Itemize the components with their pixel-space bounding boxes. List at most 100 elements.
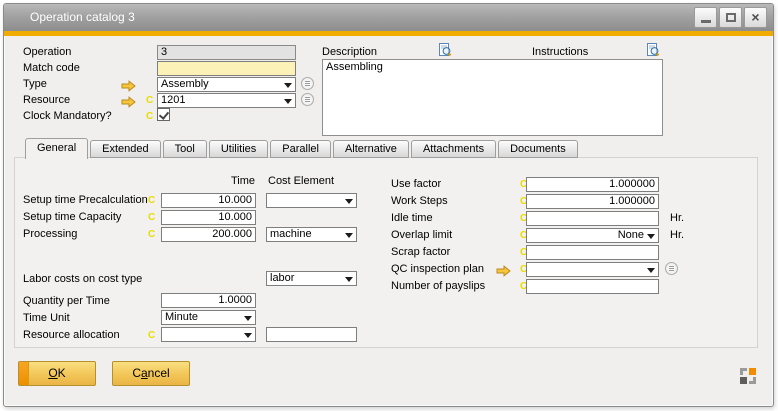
cancel-button[interactable]: Cancel (112, 361, 190, 386)
type-combo[interactable]: Assembly (157, 77, 296, 92)
use-factor-field[interactable]: 1.000000 (526, 177, 659, 192)
link-arrow-icon[interactable] (121, 79, 137, 91)
resize-form-icon[interactable] (740, 368, 756, 384)
instructions-label: Instructions (532, 46, 588, 58)
description-label: Description (322, 46, 377, 58)
chevron-down-icon (284, 83, 292, 88)
description-edit-icon[interactable] (437, 42, 453, 58)
resource-allocation-label: Resource allocation (23, 329, 120, 341)
setup-precalc-time-field[interactable]: 10.000 (161, 193, 256, 208)
tab-general[interactable]: General (25, 138, 88, 159)
match-code-field[interactable] (157, 61, 296, 76)
time-unit-label: Time Unit (23, 312, 70, 324)
cancel-button-rest: ncel (148, 366, 170, 380)
processing-cost-element-value: machine (270, 228, 312, 240)
link-arrow-icon[interactable] (496, 264, 512, 276)
resize-square-gray (740, 377, 747, 384)
tab-strip: General Extended Tool Utilities Parallel… (25, 138, 580, 159)
resource-combo[interactable]: 1201 (157, 93, 296, 108)
ok-button-accel: O (48, 366, 57, 380)
screen: Operation catalog 3 × Operation 3 Match … (0, 0, 778, 411)
work-steps-field[interactable]: 1.000000 (526, 194, 659, 209)
clock-mandatory-label: Clock Mandatory? (23, 110, 112, 122)
tab-tool[interactable]: Tool (163, 140, 207, 158)
qc-plan-choose-from-list-icon[interactable] (665, 262, 678, 275)
number-of-payslips-label: Number of payslips (391, 280, 485, 292)
chevron-down-icon (647, 268, 655, 273)
processing-label: Processing (23, 228, 77, 240)
chevron-down-icon (244, 316, 252, 321)
number-of-payslips-field[interactable] (526, 279, 659, 294)
qc-inspection-plan-label: QC inspection plan (391, 263, 484, 275)
resource-allocation-combo[interactable] (161, 327, 256, 342)
mandatory-indicator: C (146, 111, 154, 122)
labor-costs-value: labor (270, 272, 294, 284)
ok-button[interactable]: OK (18, 361, 96, 386)
idle-time-field[interactable] (526, 211, 659, 226)
close-button[interactable]: × (744, 7, 767, 28)
cost-element-column-header: Cost Element (268, 175, 334, 187)
chevron-down-icon (244, 333, 252, 338)
mandatory-indicator: C (148, 229, 156, 240)
description-textarea[interactable]: Assembling (322, 59, 663, 136)
resource-choose-from-list-icon[interactable] (301, 93, 314, 106)
setup-precalc-label: Setup time Precalculation (23, 194, 148, 206)
tab-alternative[interactable]: Alternative (333, 140, 409, 158)
time-unit-combo[interactable]: Minute (161, 310, 256, 325)
type-label: Type (23, 78, 47, 90)
work-steps-label: Work Steps (391, 195, 448, 207)
chevron-down-icon (647, 234, 655, 239)
chevron-down-icon (345, 277, 353, 282)
tab-documents[interactable]: Documents (498, 140, 578, 158)
resource-value: 1201 (161, 94, 185, 106)
setup-capacity-time-field[interactable]: 10.000 (161, 210, 256, 225)
processing-time-field[interactable]: 200.000 (161, 227, 256, 242)
labor-costs-combo[interactable]: labor (266, 271, 357, 286)
qc-inspection-plan-combo[interactable] (526, 262, 659, 277)
instructions-edit-icon[interactable] (645, 42, 661, 58)
clock-mandatory-checkbox[interactable] (157, 108, 170, 121)
tab-extended[interactable]: Extended (90, 140, 160, 158)
time-unit-value: Minute (165, 311, 198, 323)
resize-square-orange (749, 368, 756, 375)
type-choose-from-list-icon[interactable] (301, 77, 314, 90)
labor-costs-label: Labor costs on cost type (23, 273, 142, 285)
tab-utilities[interactable]: Utilities (209, 140, 268, 158)
resize-corner-top-left (740, 368, 747, 375)
tab-parallel[interactable]: Parallel (270, 140, 331, 158)
time-column-header: Time (161, 175, 255, 187)
maximize-button[interactable] (719, 7, 742, 28)
mandatory-indicator: C (146, 95, 154, 106)
overlap-limit-value: None (618, 229, 644, 241)
setup-capacity-label: Setup time Capacity (23, 211, 121, 223)
link-arrow-icon[interactable] (121, 95, 137, 107)
overlap-limit-combo[interactable]: None (526, 228, 659, 243)
quantity-per-time-label: Quantity per Time (23, 295, 110, 307)
window-title: Operation catalog 3 (30, 10, 135, 24)
maximize-icon (726, 13, 736, 22)
minimize-icon (701, 20, 711, 23)
chevron-down-icon (345, 199, 353, 204)
chevron-down-icon (345, 233, 353, 238)
match-code-label: Match code (23, 62, 80, 74)
cancel-button-pre: C (132, 366, 141, 380)
processing-cost-element-combo[interactable]: machine (266, 227, 357, 242)
resize-corner-bottom-right (749, 377, 756, 384)
tab-attachments[interactable]: Attachments (411, 140, 496, 158)
operation-catalog-window: Operation catalog 3 × Operation 3 Match … (3, 3, 774, 407)
close-icon: × (745, 9, 766, 25)
scrap-factor-field[interactable] (526, 245, 659, 260)
quantity-per-time-field[interactable]: 1.0000 (161, 293, 256, 308)
setup-precalc-cost-element-combo[interactable] (266, 193, 357, 208)
operation-field: 3 (157, 45, 296, 60)
use-factor-label: Use factor (391, 178, 441, 190)
overlap-limit-unit-label: Hr. (670, 229, 684, 241)
cancel-button-accel: a (141, 366, 148, 380)
ok-button-rest: K (58, 366, 66, 380)
resource-allocation-extra-field[interactable] (266, 327, 357, 342)
general-tab-pane: Time Cost Element Setup time Precalculat… (14, 157, 758, 348)
chevron-down-icon (284, 99, 292, 104)
accent-bar (4, 31, 773, 36)
idle-time-label: Idle time (391, 212, 433, 224)
minimize-button[interactable] (694, 7, 717, 28)
